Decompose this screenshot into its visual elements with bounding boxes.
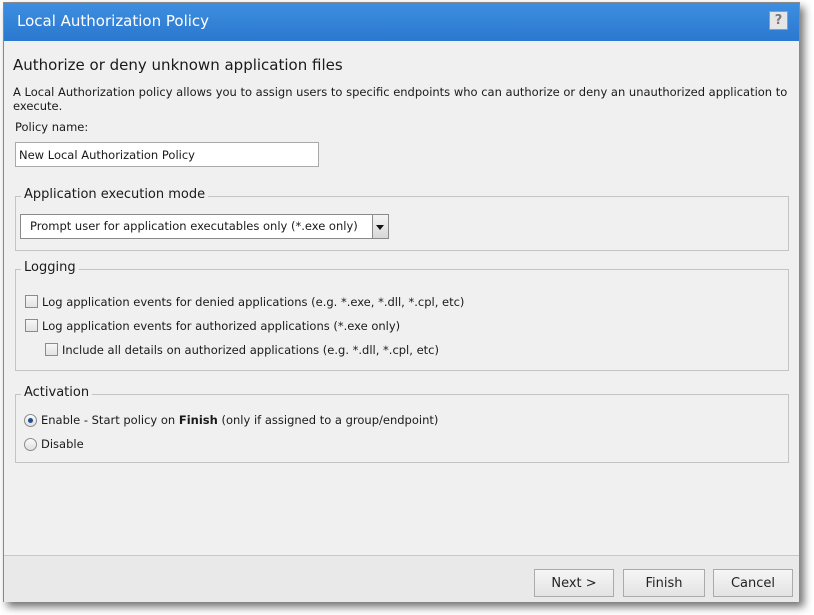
enable-label-finish: Finish (178, 413, 218, 427)
page-description: A Local Authorization policy allows you … (13, 85, 788, 113)
local-authorization-policy-dialog: Local Authorization Policy ? Authorize o… (3, 2, 800, 602)
enable-label-prefix: Enable - Start policy on (41, 413, 179, 427)
policy-name-input[interactable] (15, 142, 319, 167)
logging-legend: Logging (21, 260, 79, 275)
enable-label[interactable]: Enable - Start policy on Finish (only if… (41, 413, 438, 427)
chevron-down-icon[interactable] (372, 215, 388, 238)
execution-mode-selected-value: Prompt user for application executables … (30, 219, 358, 233)
execution-mode-legend: Application execution mode (21, 187, 209, 202)
cancel-button[interactable]: Cancel (713, 569, 793, 597)
finish-button[interactable]: Finish (623, 569, 705, 597)
include-details-checkbox[interactable] (45, 343, 58, 356)
title-bar: Local Authorization Policy ? (4, 3, 799, 41)
page-heading: Authorize or deny unknown application fi… (13, 56, 343, 74)
log-denied-label[interactable]: Log application events for denied applic… (42, 295, 464, 309)
disable-radio[interactable] (24, 438, 37, 451)
next-button[interactable]: Next > (534, 569, 614, 597)
policy-name-label: Policy name: (15, 120, 89, 134)
activation-legend: Activation (21, 385, 93, 400)
dialog-footer: Next > Finish Cancel (4, 555, 799, 602)
log-authorized-label[interactable]: Log application events for authorized ap… (42, 319, 400, 333)
include-details-label[interactable]: Include all details on authorized applic… (62, 343, 439, 357)
log-denied-checkbox[interactable] (25, 295, 38, 308)
disable-label[interactable]: Disable (41, 437, 84, 451)
help-icon[interactable]: ? (769, 11, 788, 30)
execution-mode-select[interactable]: Prompt user for application executables … (20, 214, 389, 239)
enable-label-suffix: (only if assigned to a group/endpoint) (217, 413, 439, 427)
activation-group: Activation (15, 385, 789, 463)
log-authorized-checkbox[interactable] (25, 319, 38, 332)
enable-radio[interactable] (24, 414, 37, 427)
dialog-title: Local Authorization Policy (17, 12, 210, 30)
